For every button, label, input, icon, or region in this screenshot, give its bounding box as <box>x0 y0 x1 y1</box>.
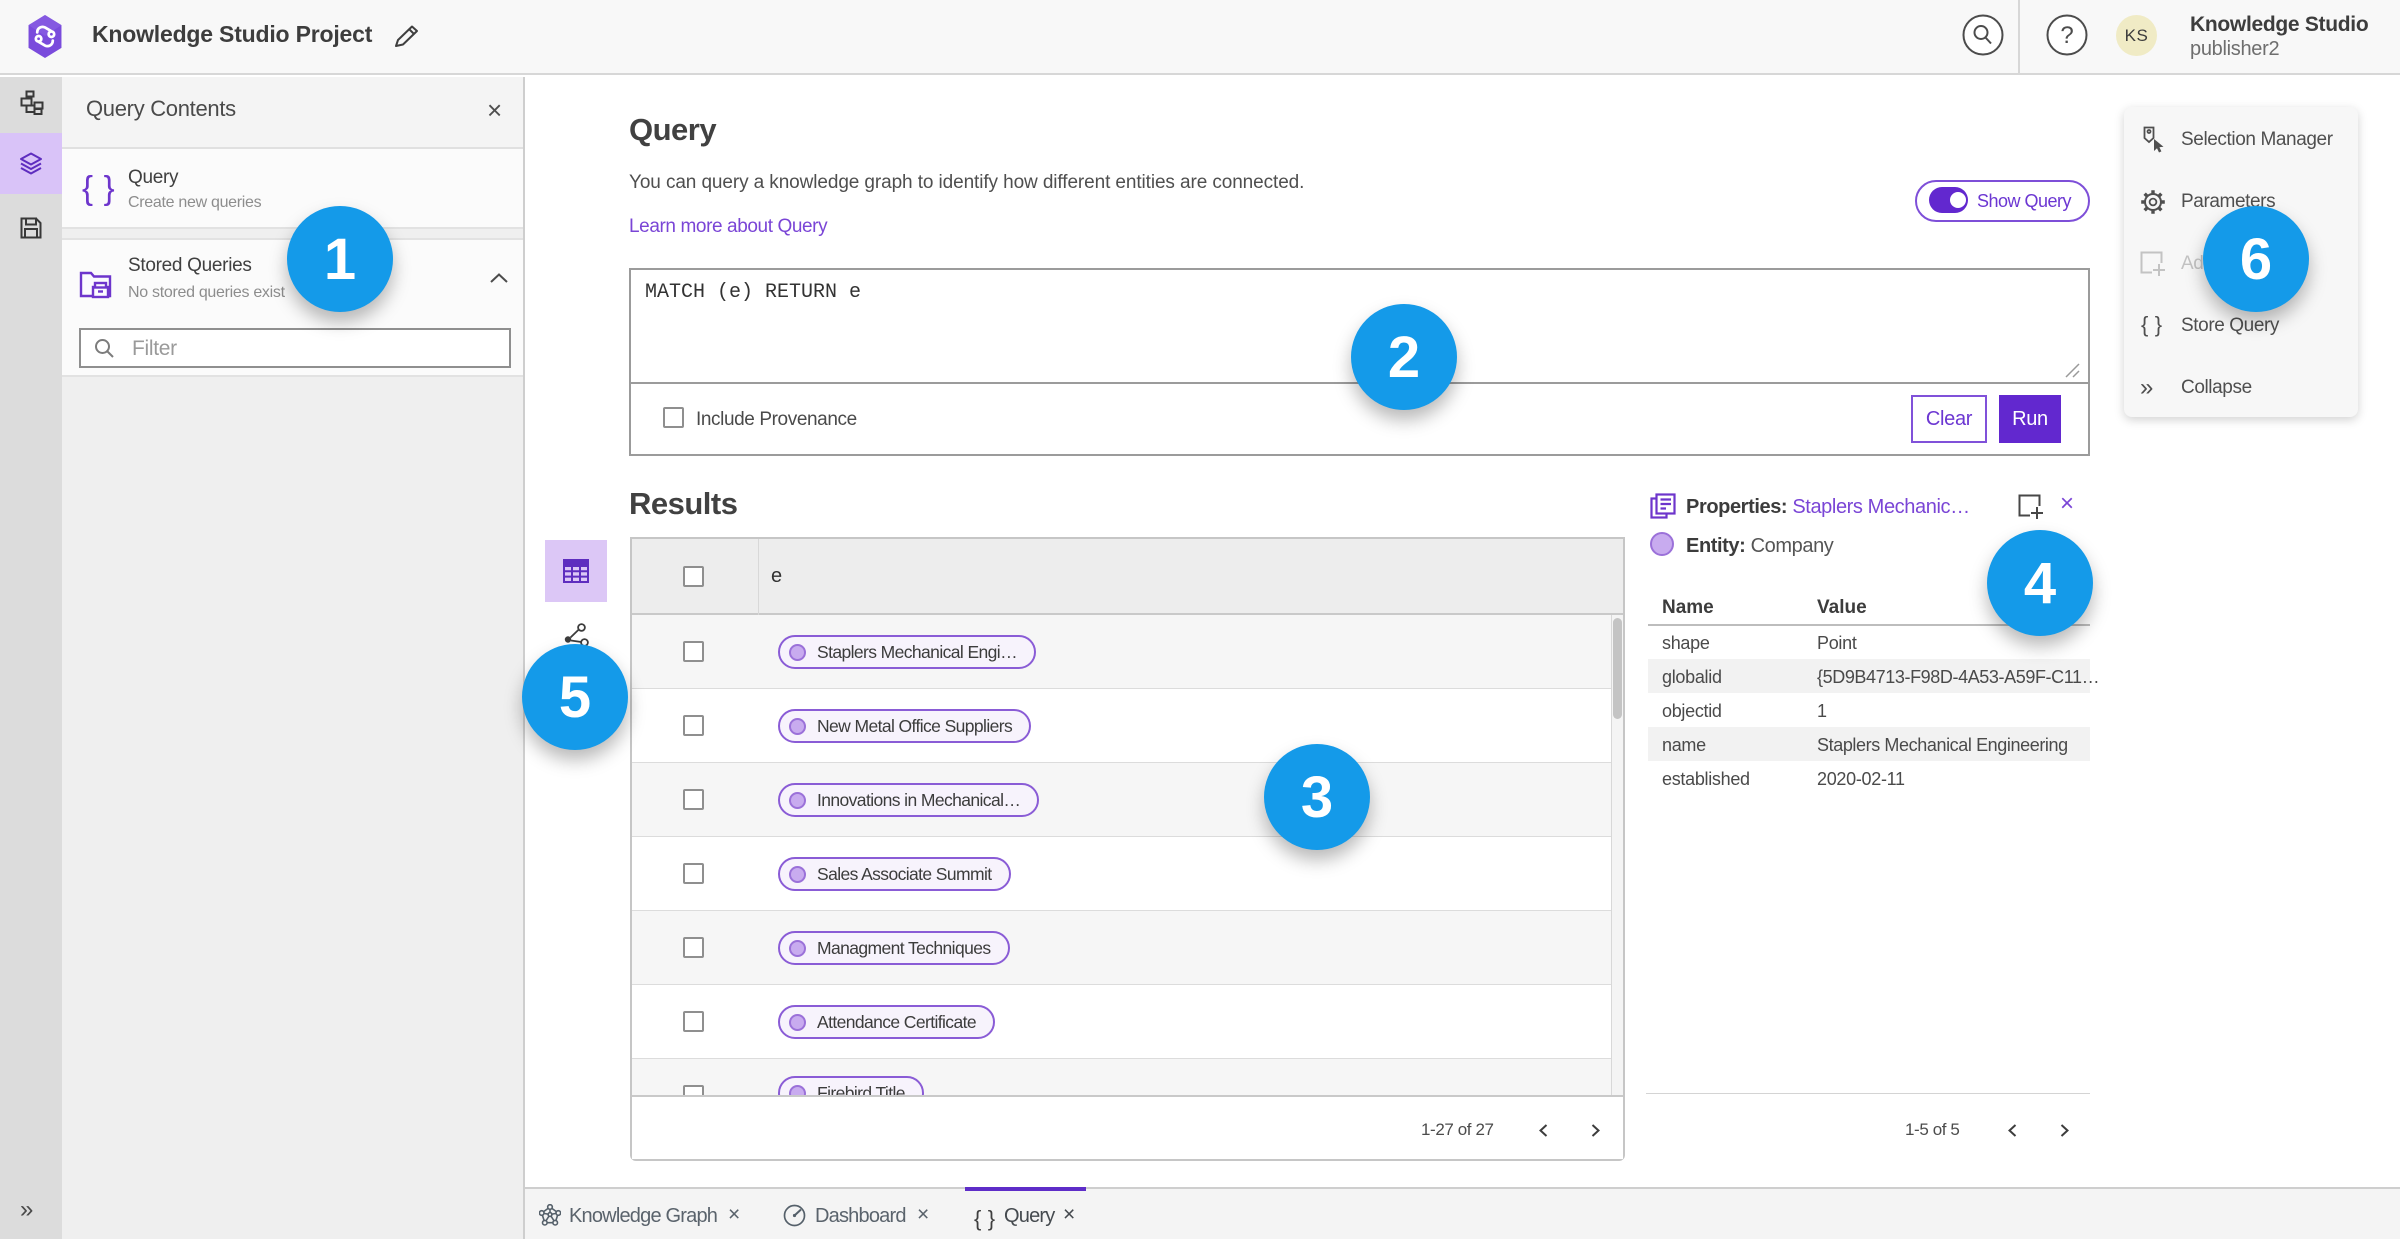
svg-text:?: ? <box>2060 22 2073 49</box>
